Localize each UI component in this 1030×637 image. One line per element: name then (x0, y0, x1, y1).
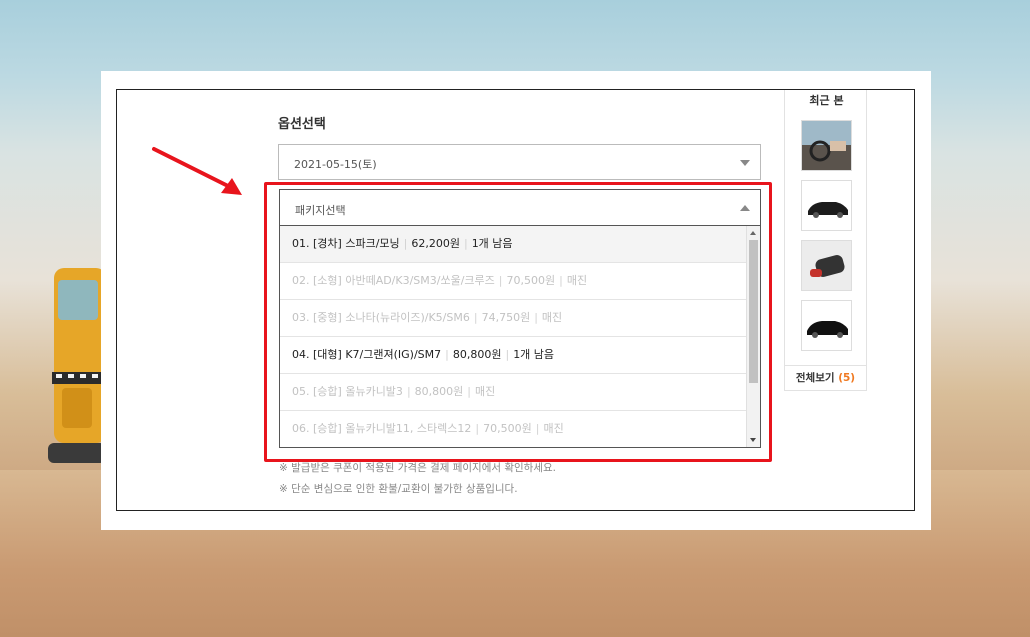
refund-notice: ※ 단순 변심으로 인한 환불/교환이 불가한 상품입니다. (279, 483, 518, 495)
recent-item-thumbnail[interactable] (801, 180, 852, 231)
driving-photo-image (802, 121, 851, 170)
coupon-notice: ※ 발급받은 쿠폰이 적용된 가격은 결제 페이지에서 확인하세요. (279, 462, 556, 474)
car-key-image (802, 241, 851, 290)
black-sedan-image (802, 181, 851, 230)
recently-viewed-panel: 최근 본 (784, 90, 867, 390)
recent-item-thumbnail[interactable] (801, 300, 852, 351)
view-all-button[interactable]: 전체보기 (5) (784, 365, 867, 391)
date-select-value: 2021-05-15(토) (294, 158, 377, 171)
black-sedan-image (802, 301, 851, 350)
red-arrow-annotation (152, 147, 242, 195)
toy-car-image (48, 268, 106, 463)
red-highlight-box (264, 182, 772, 462)
recent-item-thumbnail[interactable] (801, 120, 852, 171)
recent-item-thumbnail[interactable] (801, 240, 852, 291)
view-all-count: (5) (838, 372, 856, 384)
view-all-label: 전체보기 (795, 372, 835, 384)
date-select[interactable]: 2021-05-15(토) (278, 144, 761, 180)
recently-viewed-title: 최근 본 (809, 94, 844, 107)
dropdown-caret-down-icon (740, 160, 750, 166)
option-section-title: 옵션선택 (278, 117, 326, 132)
